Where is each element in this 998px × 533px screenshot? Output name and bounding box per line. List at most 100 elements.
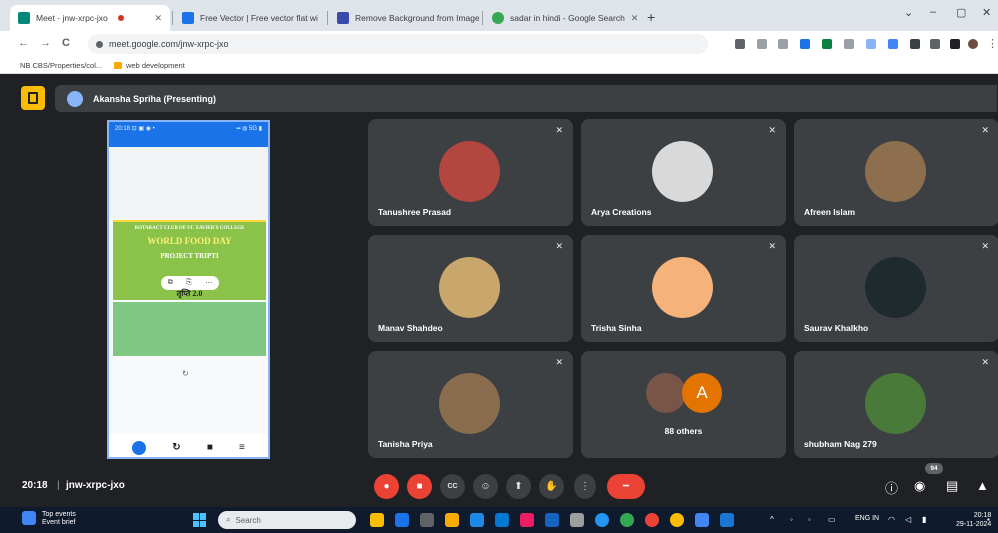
divider: | xyxy=(57,480,60,491)
phone-status-right: ▪▪ ◍ 5G ▮ xyxy=(236,126,262,132)
extension-icon[interactable] xyxy=(822,39,832,49)
extensions-puzzle-icon[interactable] xyxy=(910,39,920,49)
presenter-avatar xyxy=(67,90,83,107)
app-icon[interactable] xyxy=(570,513,584,527)
widgets-text[interactable]: Top events Event brief xyxy=(42,511,76,527)
bookmark-label: NB CBS/Properties/col... xyxy=(20,61,103,70)
file-explorer-icon[interactable] xyxy=(445,513,459,527)
language-indicator[interactable]: ENG IN xyxy=(855,515,879,522)
camera-toggle-button[interactable]: ■ xyxy=(407,474,432,499)
forward-button[interactable]: → xyxy=(40,37,51,49)
edge-icon[interactable] xyxy=(495,513,509,527)
tab-divider xyxy=(172,11,173,25)
taskbar-clock[interactable]: 20:18 29-11-2024 xyxy=(956,511,991,529)
app-icon[interactable] xyxy=(720,513,734,527)
chrome-icon[interactable] xyxy=(645,513,659,527)
tab-removebg[interactable]: Remove Background from Image ✕ xyxy=(329,5,479,31)
taskbar-search[interactable]: ⌕ Search xyxy=(218,511,356,529)
tray-icon[interactable]: ▭ xyxy=(828,515,836,524)
poster-subtitle: तृप्ति 2.0 xyxy=(176,289,203,298)
bookmark-item[interactable]: NB CBS/Properties/col... xyxy=(20,61,102,70)
participant-tile[interactable]: ✕ Arya Creations xyxy=(581,119,786,226)
chrome-icon[interactable] xyxy=(670,513,684,527)
minimize-button[interactable]: – xyxy=(930,6,936,18)
taskview-icon[interactable] xyxy=(370,513,384,527)
presentation-toggle-button[interactable] xyxy=(21,86,45,110)
activities-button[interactable]: ▲ xyxy=(976,478,989,493)
app-icon[interactable] xyxy=(695,513,709,527)
leave-call-button[interactable]: ━ xyxy=(607,474,645,499)
participant-tile[interactable]: ✕ Manav Shahdeo xyxy=(368,235,573,342)
app-icon[interactable] xyxy=(520,513,534,527)
bookmark-folder[interactable]: web development xyxy=(114,61,185,70)
windows-logo-tile xyxy=(193,520,199,527)
participant-tile[interactable]: ✕ shubham Nag 279 xyxy=(794,351,998,458)
download-icon[interactable] xyxy=(930,39,940,49)
tray-overflow-icon[interactable]: ^ xyxy=(770,515,774,524)
search-icon: ⌕ xyxy=(226,515,231,524)
meet-stage: Akansha Spriha (Presenting) 20:18 ⊡ ▣ ◉ … xyxy=(0,75,998,507)
volume-icon[interactable]: ◁ xyxy=(905,515,911,524)
extension-icon[interactable] xyxy=(844,39,854,49)
poster-green-area xyxy=(113,302,266,356)
participant-tile[interactable]: ✕ Afreen Islam xyxy=(794,119,998,226)
bookmark-star-icon[interactable] xyxy=(778,39,788,49)
reload-button[interactable]: C xyxy=(62,37,70,49)
people-button[interactable]: ◉ xyxy=(914,478,925,494)
close-icon[interactable]: ✕ xyxy=(148,13,162,24)
more-options-button[interactable]: ⋮ xyxy=(574,474,596,499)
extension-icon[interactable] xyxy=(866,39,876,49)
captions-button[interactable]: CC xyxy=(440,474,465,499)
tray-icon[interactable]: ◦ xyxy=(790,515,793,524)
close-icon[interactable]: ✕ xyxy=(318,13,325,24)
tray-icon[interactable]: ◦ xyxy=(808,515,811,524)
new-tab-button[interactable]: + xyxy=(647,9,655,25)
profile-avatar[interactable] xyxy=(968,39,978,49)
camera-indicator-icon[interactable] xyxy=(735,39,745,49)
tab-divider xyxy=(482,11,483,25)
start-button[interactable] xyxy=(193,513,207,527)
participant-avatar xyxy=(439,257,500,318)
reactions-button[interactable]: ☺ xyxy=(473,474,498,499)
present-icon: ⬆ xyxy=(514,481,523,492)
app-icon[interactable] xyxy=(395,513,409,527)
participant-tile[interactable]: ✕ Tanisha Priya xyxy=(368,351,573,458)
participant-avatar xyxy=(652,257,713,318)
maximize-button[interactable]: ▢ xyxy=(956,6,966,19)
extension-icon[interactable] xyxy=(800,39,810,49)
widgets-icon[interactable] xyxy=(22,511,36,525)
chat-button[interactable]: ▤ xyxy=(946,478,958,494)
share-icon[interactable] xyxy=(757,39,767,49)
back-button[interactable]: ← xyxy=(18,37,29,49)
tab-meet[interactable]: Meet - jnw-xrpc-jxo ✕ xyxy=(10,5,170,31)
close-window-button[interactable]: ✕ xyxy=(982,6,991,19)
app-icon[interactable] xyxy=(420,513,434,527)
sidepanel-icon[interactable] xyxy=(950,39,960,49)
tab-google-search[interactable]: sadar in hindi - Google Search ✕ xyxy=(484,5,639,31)
participant-tile[interactable]: ✕ Saurav Khalkho xyxy=(794,235,998,342)
chrome-icon[interactable] xyxy=(620,513,634,527)
participant-tile[interactable]: ✕ Tanushree Prasad xyxy=(368,119,573,226)
app-icon[interactable] xyxy=(545,513,559,527)
app-icon[interactable] xyxy=(470,513,484,527)
close-icon[interactable]: ✕ xyxy=(625,13,639,24)
url-field[interactable]: meet.google.com/jnw-xrpc-jxo xyxy=(88,34,708,54)
site-info-icon[interactable] xyxy=(96,40,103,48)
present-now-button[interactable]: ⬆ xyxy=(506,474,531,499)
notification-icon[interactable]: ▪ xyxy=(987,515,990,524)
tab-search-dropdown-icon[interactable]: ⌄ xyxy=(904,6,913,19)
tab-freevector[interactable]: Free Vector | Free vector flat wi ✕ xyxy=(174,5,324,31)
poster-project: PROJECT TRIPTI xyxy=(160,252,219,260)
app-icon[interactable] xyxy=(595,513,609,527)
raise-hand-button[interactable]: ✋ xyxy=(539,474,564,499)
wifi-icon[interactable]: ◠ xyxy=(888,515,895,524)
extension-icon[interactable] xyxy=(888,39,898,49)
menu-kebab-icon[interactable]: ⋮ xyxy=(987,37,998,50)
mic-off-icon: ✕ xyxy=(555,125,563,135)
others-tile[interactable]: A 88 others xyxy=(581,351,786,458)
battery-icon[interactable]: ▮ xyxy=(922,515,926,524)
mic-toggle-button[interactable]: ● xyxy=(374,474,399,499)
meeting-details-button[interactable]: ⓘ xyxy=(885,478,898,497)
participant-avatar xyxy=(652,141,713,202)
participant-tile[interactable]: ✕ Trisha Sinha xyxy=(581,235,786,342)
